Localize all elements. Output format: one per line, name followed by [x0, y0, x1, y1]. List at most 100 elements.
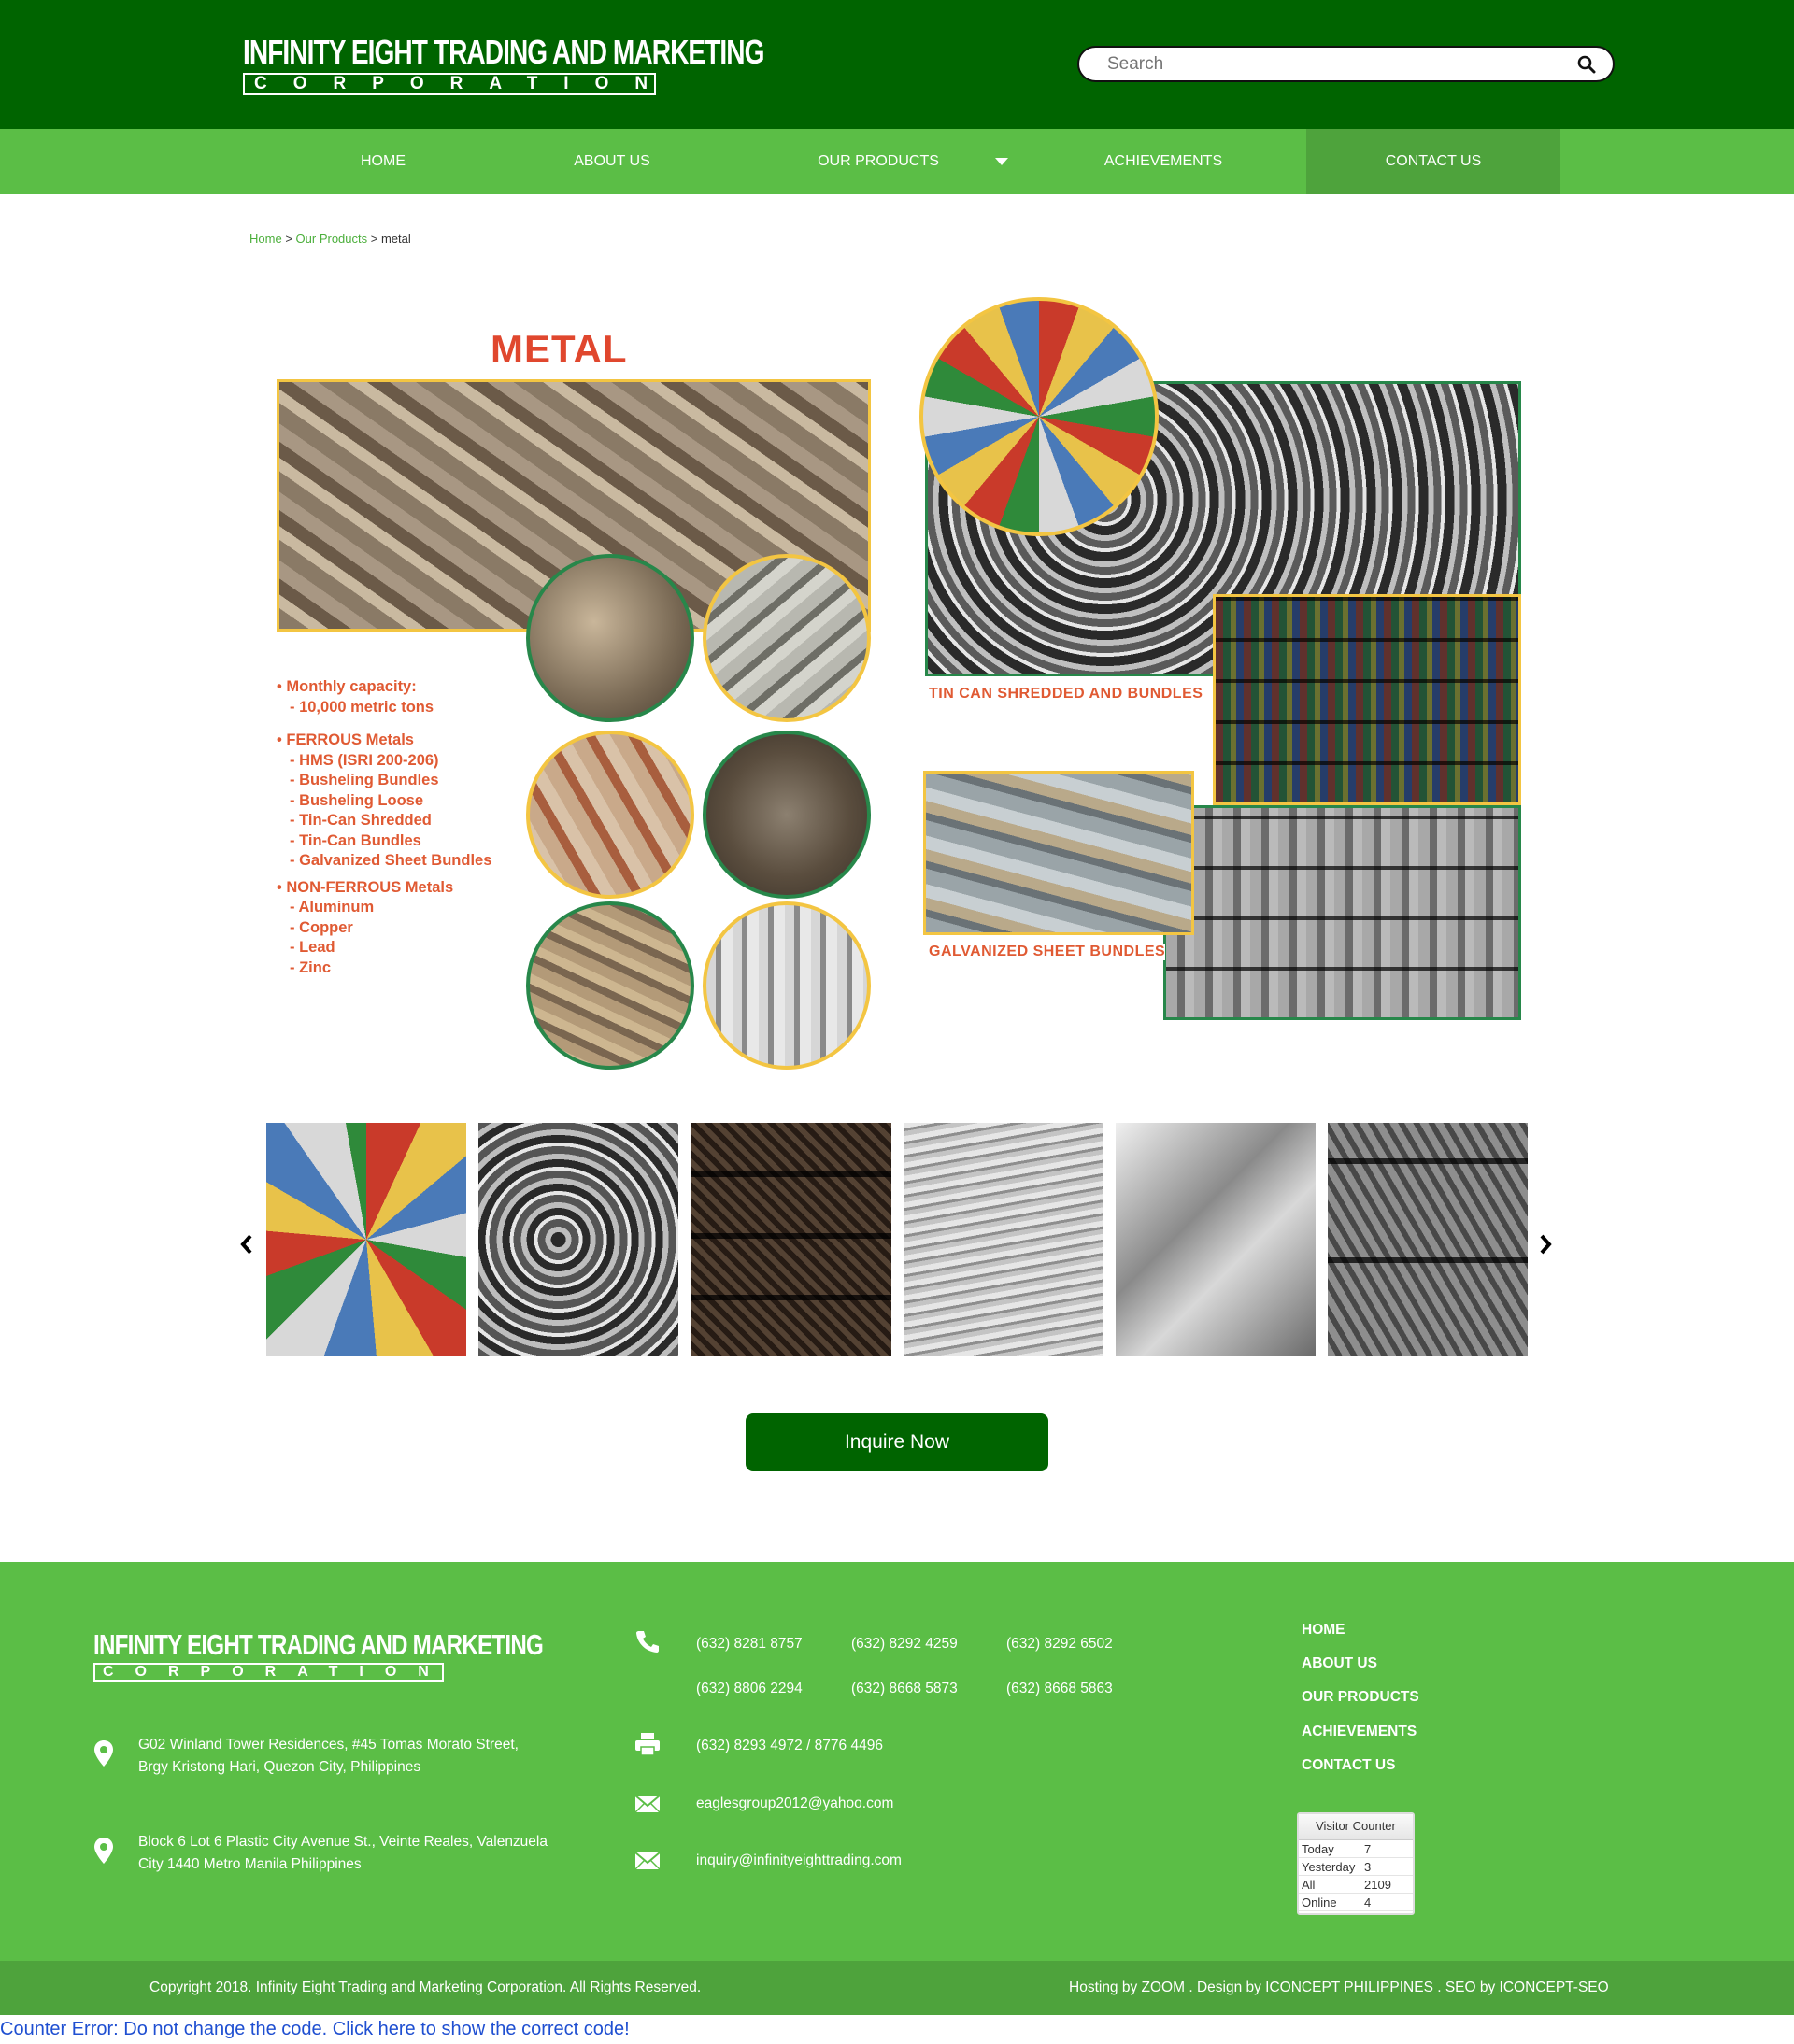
address-valenzuela: Block 6 Lot 6 Plastic City Avenue St., V…	[138, 1831, 605, 1876]
scrap-circle-photo	[703, 731, 871, 899]
location-pin-icon	[94, 1838, 113, 1864]
ferrous-item: - Tin-Can Bundles	[290, 831, 421, 849]
metal-specs-list: Monthly capacity: - 10,000 metric tons F…	[277, 677, 491, 978]
phone-icon	[636, 1631, 659, 1653]
ferrous-item: - Galvanized Sheet Bundles	[290, 852, 492, 869]
metal-product-image: METAL Monthly capacity: - 10,000 metric …	[262, 290, 1532, 1070]
search-icon[interactable]	[1577, 55, 1596, 74]
nonferrous-heading: NON-FERROUS Metals	[277, 878, 491, 899]
nav-about-us[interactable]: ABOUT US	[537, 129, 687, 194]
scrap-circle-photo	[526, 731, 694, 899]
phone-number[interactable]: (632) 8668 5873	[851, 1681, 958, 1697]
visitor-counter: Visitor Counter Today 7 Yesterday 3 All 210…	[1297, 1812, 1415, 1915]
scrap-circle-photo	[703, 901, 871, 1070]
nav-contact-us[interactable]: CONTACT US	[1306, 129, 1560, 194]
counter-row: Today 7	[1299, 1840, 1413, 1858]
scrap-circle-photo	[703, 554, 871, 722]
breadcrumb-products[interactable]: Our Products	[296, 232, 368, 246]
footer-nav-our-products[interactable]: OUR PRODUCTS	[1302, 1689, 1419, 1706]
carousel-thumb[interactable]	[1116, 1123, 1316, 1356]
phone-number[interactable]: (632) 8281 8757	[696, 1636, 803, 1653]
site-logo[interactable]: INFINITY EIGHT TRADING AND MARKETING COR…	[243, 33, 764, 95]
email-link[interactable]: eaglesgroup2012@yahoo.com	[696, 1796, 893, 1812]
footer-logo[interactable]: INFINITY EIGHT TRADING AND MARKETING COR…	[93, 1628, 544, 1682]
footer-logo-line1: INFINITY EIGHT TRADING AND MARKETING	[93, 1628, 544, 1661]
ferrous-heading: FERROUS Metals	[277, 731, 491, 751]
location-pin-icon	[94, 1740, 113, 1767]
caption-tin-can: TIN CAN SHREDDED AND BUNDLES	[929, 686, 1203, 703]
footer-nav-contact-us[interactable]: CONTACT US	[1302, 1757, 1395, 1774]
carousel-thumb[interactable]	[904, 1123, 1103, 1356]
site-footer: INFINITY EIGHT TRADING AND MARKETING COR…	[0, 1562, 1794, 1961]
counter-label: All	[1302, 1878, 1316, 1892]
fax-number: (632) 8293 4972 / 8776 4496	[696, 1738, 883, 1753]
logo-line2: CORPORATION	[243, 73, 656, 95]
fax-icon	[635, 1733, 660, 1756]
nonferrous-item: - Lead	[290, 939, 335, 956]
counter-value: 2109	[1364, 1878, 1391, 1892]
breadcrumb-current: metal	[380, 232, 411, 246]
visitor-counter-title: Visitor Counter	[1299, 1814, 1413, 1840]
counter-row: All 2109	[1299, 1876, 1413, 1894]
chevron-right-icon[interactable]	[1538, 1233, 1553, 1256]
address-line: Block 6 Lot 6 Plastic City Avenue St., V…	[138, 1834, 548, 1850]
nav-home[interactable]: HOME	[308, 129, 458, 194]
main-nav: HOME ABOUT US OUR PRODUCTS ACHIEVEMENTS …	[0, 129, 1794, 194]
carousel-thumb[interactable]	[478, 1123, 678, 1356]
address-line: City 1440 Metro Manila Philippines	[138, 1856, 362, 1872]
capacity-heading: Monthly capacity:	[277, 677, 491, 698]
search-input[interactable]	[1107, 54, 1556, 75]
copyright-bar: Copyright 2018. Infinity Eight Trading a…	[0, 1961, 1794, 2015]
counter-value: 3	[1364, 1860, 1372, 1874]
phone-number[interactable]: (632) 8292 4259	[851, 1636, 958, 1653]
counter-error-link[interactable]: Counter Error: Do not change the code. C…	[0, 2019, 630, 2040]
galvanized-bundles-photo	[1163, 805, 1521, 1020]
nonferrous-item: - Zinc	[290, 958, 331, 976]
nav-achievements[interactable]: ACHIEVEMENTS	[1084, 129, 1243, 194]
footer-nav-home[interactable]: HOME	[1302, 1622, 1346, 1639]
counter-value: 7	[1364, 1842, 1372, 1856]
tin-bundles-photo	[1213, 594, 1521, 805]
footer-nav-about-us[interactable]: ABOUT US	[1302, 1655, 1377, 1672]
product-carousel	[234, 1123, 1560, 1358]
dropdown-caret-icon[interactable]	[995, 158, 1008, 165]
counter-label: Today	[1302, 1842, 1334, 1856]
tin-cans-circle-photo	[919, 297, 1159, 536]
logo-line1: INFINITY EIGHT TRADING AND MARKETING	[243, 33, 764, 71]
site-header: INFINITY EIGHT TRADING AND MARKETING COR…	[0, 0, 1794, 129]
hero-title: METAL	[491, 327, 628, 371]
ferrous-item: - Tin-Can Shredded	[290, 812, 432, 829]
counter-label: Yesterday	[1302, 1860, 1356, 1874]
counter-label: Online	[1302, 1895, 1337, 1909]
galvanized-sheet-photo	[923, 771, 1194, 935]
phone-number[interactable]: (632) 8668 5863	[1006, 1681, 1113, 1697]
nav-our-products[interactable]: OUR PRODUCTS	[804, 129, 953, 194]
footer-logo-line2: CORPORATION	[93, 1663, 444, 1682]
phone-number[interactable]: (632) 8292 6502	[1006, 1636, 1113, 1653]
nonferrous-item: - Aluminum	[290, 899, 375, 916]
address-line: G02 Winland Tower Residences, #45 Tomas …	[138, 1737, 519, 1753]
carousel-thumb[interactable]	[266, 1123, 466, 1356]
caption-galvanized: GALVANIZED SHEET BUNDLES	[929, 944, 1166, 960]
chevron-left-icon[interactable]	[239, 1233, 254, 1256]
counter-value: 4	[1364, 1895, 1372, 1909]
counter-row: Yesterday 3	[1299, 1858, 1413, 1876]
footer-nav-achievements[interactable]: ACHIEVEMENTS	[1302, 1724, 1417, 1740]
credits-text[interactable]: Hosting by ZOOM . Design by ICONCEPT PHI…	[1069, 1980, 1609, 1996]
breadcrumb-separator: >	[285, 232, 292, 246]
carousel-thumb[interactable]	[691, 1123, 891, 1356]
address-line: Brgy Kristong Hari, Quezon City, Philipp…	[138, 1759, 421, 1775]
phone-number[interactable]: (632) 8806 2294	[696, 1681, 803, 1697]
email-link[interactable]: inquiry@infinityeighttrading.com	[696, 1852, 902, 1869]
inquire-now-button[interactable]: Inquire Now	[746, 1413, 1048, 1471]
scrap-circle-photo	[526, 554, 694, 722]
copyright-text: Copyright 2018. Infinity Eight Trading a…	[150, 1980, 702, 1995]
counter-row: Online 4	[1299, 1894, 1413, 1911]
ferrous-item: - Busheling Bundles	[290, 772, 439, 788]
nonferrous-item: - Copper	[290, 918, 353, 936]
scrap-circle-photo	[526, 901, 694, 1070]
address-quezon: G02 Winland Tower Residences, #45 Tomas …	[138, 1734, 605, 1779]
capacity-value: - 10,000 metric tons	[290, 698, 434, 716]
breadcrumb-home[interactable]: Home	[249, 232, 282, 246]
carousel-thumb[interactable]	[1328, 1123, 1528, 1356]
